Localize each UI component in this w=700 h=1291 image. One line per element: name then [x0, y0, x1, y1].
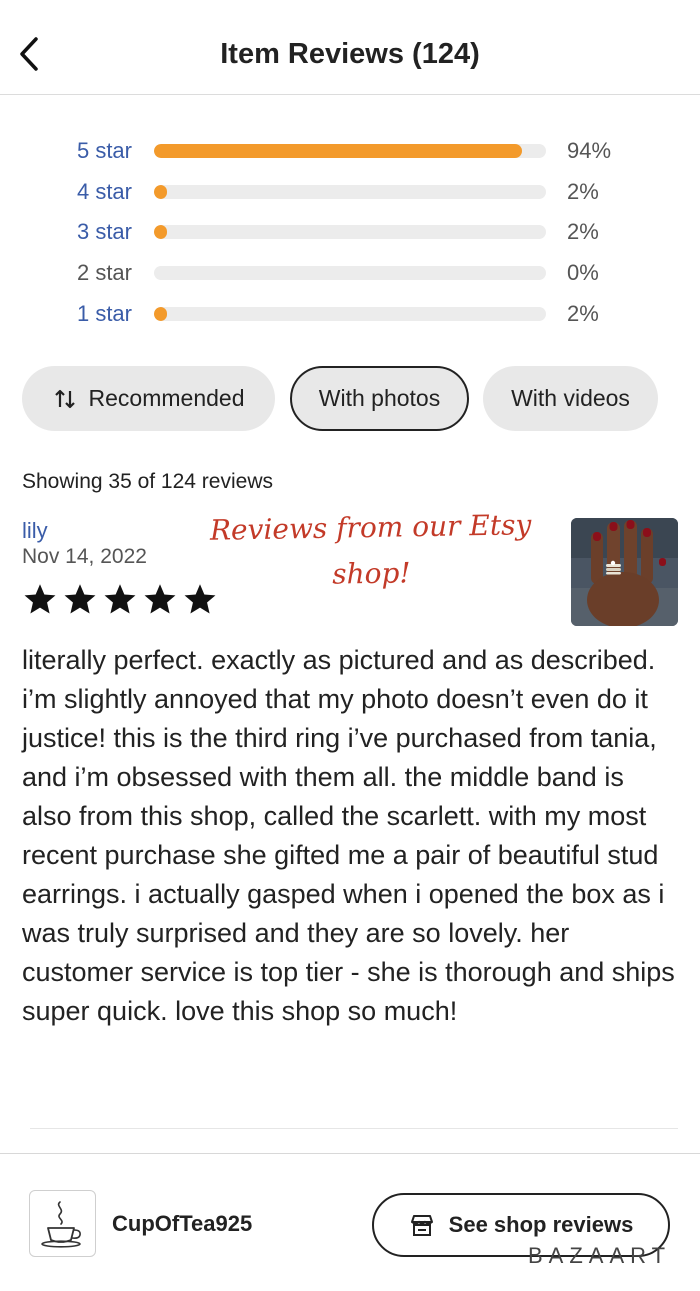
annotation-line: shop! — [331, 556, 411, 591]
review-date: Nov 14, 2022 — [22, 545, 147, 568]
rating-row-3[interactable]: 3 star 2% — [0, 217, 700, 247]
page-title: Item Reviews (124) — [220, 38, 480, 70]
rating-row-5[interactable]: 5 star 94% — [0, 136, 700, 166]
shop-logo[interactable] — [29, 1190, 96, 1257]
top-bar: Item Reviews (124) — [0, 0, 700, 95]
review-count-text: Showing 35 of 124 reviews — [22, 470, 273, 493]
star-icon — [144, 584, 176, 614]
star-icon — [104, 584, 136, 614]
rating-percent: 2% — [567, 219, 599, 244]
reviewer-name[interactable]: lily — [22, 518, 48, 544]
filter-with-photos-button[interactable]: With photos — [290, 366, 469, 431]
shop-name[interactable]: CupOfTea925 — [112, 1211, 252, 1237]
rating-percent: 94% — [567, 138, 612, 163]
rating-row-1[interactable]: 1 star 2% — [0, 299, 700, 329]
rating-row-2: 2 star 0% — [0, 258, 700, 288]
rating-label[interactable]: 5 star — [0, 136, 132, 166]
rating-label[interactable]: 4 star — [0, 177, 132, 207]
review-text: literally perfect. exactly as pictured a… — [22, 645, 675, 1026]
rating-label[interactable]: 1 star — [0, 299, 132, 329]
rating-bar-track — [154, 225, 546, 239]
rating-bar-fill — [154, 144, 523, 158]
star-icon — [64, 584, 96, 614]
rating-bar-fill — [154, 307, 167, 321]
filter-with-videos-button[interactable]: With videos — [483, 366, 658, 431]
sort-recommended-button[interactable]: Recommended — [22, 366, 275, 431]
rating-bar-fill — [154, 225, 167, 239]
rating-percent: 0% — [567, 260, 599, 285]
rating-row-4[interactable]: 4 star 2% — [0, 177, 700, 207]
hand-ring-photo — [571, 518, 678, 626]
rating-bar-fill — [154, 185, 167, 199]
review-photo[interactable] — [571, 518, 678, 626]
teacup-logo-icon — [40, 1200, 81, 1248]
sort-icon — [53, 387, 77, 411]
shop-footer: CupOfTea925 See shop reviews BAZAART — [0, 1153, 700, 1291]
filter-with-photos-label: With photos — [318, 385, 441, 411]
filter-with-videos-label: With videos — [511, 385, 630, 411]
see-shop-reviews-label: See shop reviews — [448, 1212, 634, 1237]
store-icon — [409, 1212, 435, 1238]
handwritten-annotation: Reviews from our Etsy shop! — [199, 502, 543, 600]
watermark: BAZAART — [528, 1243, 672, 1268]
star-rating — [22, 582, 218, 618]
rating-bar-track — [154, 266, 546, 280]
divider — [30, 1128, 678, 1129]
rating-bar-track — [154, 144, 546, 158]
rating-bar-track — [154, 185, 546, 199]
rating-percent: 2% — [567, 301, 599, 326]
annotation-line: Reviews from our Etsy — [209, 508, 532, 547]
star-icon — [24, 584, 56, 614]
rating-label[interactable]: 3 star — [0, 217, 132, 247]
rating-percent: 2% — [567, 179, 599, 204]
rating-bar-track — [154, 307, 546, 321]
rating-label: 2 star — [76, 260, 132, 285]
sort-recommended-label: Recommended — [88, 385, 245, 411]
